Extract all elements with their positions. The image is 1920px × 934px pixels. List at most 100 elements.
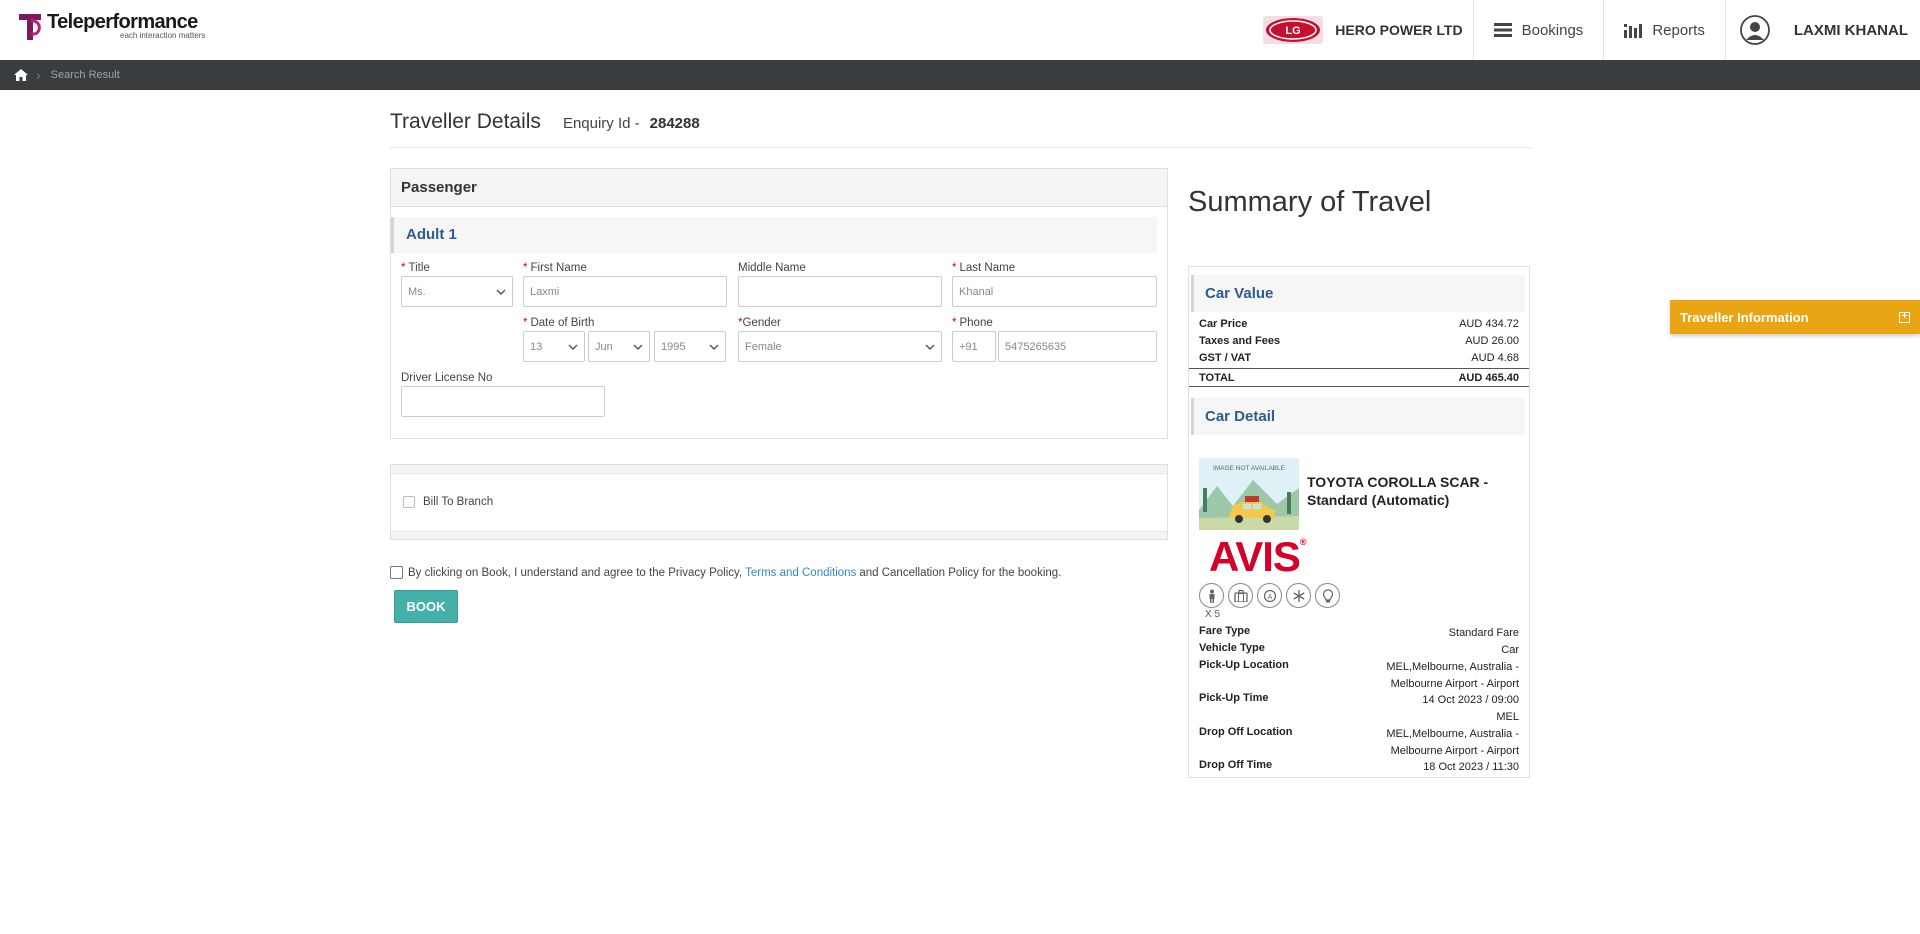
detail-row: Vehicle Type Car (1199, 642, 1519, 659)
bill-to-branch-label: Bill To Branch (423, 496, 494, 508)
detail-value: MEL,Melbourne, Australia - Melbourne Air… (1386, 728, 1519, 757)
price-row-label: Taxes and Fees (1199, 334, 1281, 347)
price-row-value: AUD 434.72 (1459, 317, 1519, 330)
traveller-information-tab[interactable]: Traveller Information + (1670, 300, 1920, 334)
title-value: Ms. (408, 285, 426, 298)
luggage-icon (1228, 583, 1253, 608)
dob-day-select[interactable]: 13 (523, 331, 585, 362)
enquiry-label: Enquiry Id - (562, 115, 640, 132)
page-title: Traveller Details (390, 110, 541, 133)
company-logo: LG (1263, 16, 1324, 44)
gender-label: *Gender (738, 317, 781, 329)
total-label: TOTAL (1199, 371, 1235, 384)
dob-year-value: 1995 (661, 340, 686, 353)
dob-day-value: 13 (530, 340, 543, 353)
brand-logo-icon (18, 12, 44, 42)
detail-label: Drop Off Time (1199, 759, 1273, 771)
svg-text:A: A (1267, 594, 1272, 601)
middle-name-label: Middle Name (738, 262, 806, 274)
chevron-down-icon (709, 344, 719, 350)
detail-row: Drop Off Location MEL,Melbourne, Australi… (1199, 726, 1519, 760)
passenger-panel: Passenger Adult 1 * Title * First Name Mid… (390, 168, 1168, 439)
total-row: TOTAL AUD 465.40 (1189, 368, 1529, 387)
agreement-text-after: and Cancellation Policy for the booking. (859, 566, 1062, 579)
chevron-down-icon (568, 344, 578, 350)
price-row: Car Price AUD 434.72 (1189, 315, 1529, 332)
agreement-text-before: By clicking on Book, I understand and ag… (408, 566, 743, 579)
car-name: TOYOTA COROLLA SCAR - Standard (Automati… (1307, 474, 1489, 508)
bill-to-branch-checkbox[interactable] (403, 496, 415, 508)
passenger-count: X 5 (1205, 609, 1221, 620)
expand-icon[interactable]: + (1899, 311, 1910, 323)
nav-reports[interactable]: Reports (1604, 0, 1726, 60)
terms-link[interactable]: Terms and Conditions (745, 567, 856, 579)
phone-label: * Phone (952, 317, 993, 329)
phone-number-input[interactable]: 5475265635 (998, 331, 1157, 362)
price-row: GST / VAT AUD 4.68 (1189, 349, 1529, 366)
detail-row: Fare Type Standard Fare (1199, 625, 1519, 642)
title-select[interactable]: Ms. (401, 276, 513, 307)
user-avatar-icon (1739, 15, 1770, 45)
company-name: HERO POWER LTD (1335, 22, 1463, 38)
car-value-heading: Car Value (1191, 275, 1525, 312)
passenger-icon (1199, 583, 1224, 608)
detail-label: Vehicle Type (1199, 642, 1265, 654)
summary-title: Summary of Travel (1188, 186, 1432, 218)
license-label: Driver License No (401, 372, 493, 384)
agreement-row: By clicking on Book, I understand and ag… (390, 566, 1061, 579)
detail-value: Car (1501, 644, 1519, 656)
brand-logo[interactable]: Teleperformance each interaction matters (18, 12, 205, 42)
vendor-logo: AVIS® (1209, 533, 1307, 580)
nav-reports-label: Reports (1652, 21, 1705, 39)
book-button[interactable]: BOOK (394, 590, 458, 623)
adult-1-heading: Adult 1 (391, 217, 1157, 253)
detail-value: 18 Oct 2023 / 11:30 (1423, 761, 1519, 773)
chevron-down-icon (633, 344, 643, 350)
summary-box: Car Value Car Price AUD 434.72 Taxes and … (1188, 266, 1530, 778)
detail-label: Pick-Up Time (1199, 692, 1269, 704)
top-header: Teleperformance each interaction matters… (0, 0, 1920, 60)
passenger-heading: Passenger (391, 169, 1167, 207)
middle-name-input[interactable] (738, 276, 942, 307)
price-row-label: Car Price (1199, 317, 1248, 330)
first-name-input[interactable]: Laxmi (523, 276, 727, 307)
bar-chart-icon (1624, 22, 1643, 38)
svg-text:IMAGE NOT AVAILABLE: IMAGE NOT AVAILABLE (1213, 465, 1286, 472)
home-icon[interactable] (14, 69, 28, 81)
air-conditioning-icon (1286, 583, 1311, 608)
dob-label: * Date of Birth (523, 317, 595, 329)
price-row-value: AUD 4.68 (1471, 351, 1519, 364)
brand-name: Teleperformance (47, 11, 198, 33)
detail-value: MEL,Melbourne, Australia - Melbourne Air… (1386, 661, 1519, 690)
price-row-label: GST / VAT (1199, 351, 1252, 364)
title-label: * Title (401, 262, 430, 274)
last-name-label: * Last Name (952, 262, 1016, 274)
company-selector[interactable]: LG HERO POWER LTD (1257, 0, 1474, 60)
user-name: LAXMI KHANAL (1793, 21, 1908, 39)
car-image-placeholder: IMAGE NOT AVAILABLE (1199, 458, 1299, 530)
detail-value: 14 Oct 2023 / 09:00 MEL (1422, 694, 1519, 723)
gender-select[interactable]: Female (738, 331, 942, 362)
agreement-checkbox[interactable] (390, 566, 403, 579)
first-name-label: * First Name (523, 262, 587, 274)
traveller-information-label: Traveller Information (1680, 309, 1809, 325)
page-title-row: Traveller Details Enquiry Id - 284288 (390, 110, 1531, 148)
price-row-value: AUD 26.00 (1465, 334, 1519, 347)
enquiry-id: 284288 (649, 115, 700, 132)
dob-year-select[interactable]: 1995 (654, 331, 726, 362)
user-menu[interactable]: LAXMI KHANAL (1726, 0, 1920, 60)
dob-month-select[interactable]: Jun (588, 331, 650, 362)
nav-bookings[interactable]: Bookings (1474, 0, 1605, 60)
chevron-down-icon (925, 344, 935, 350)
detail-label: Fare Type (1199, 625, 1251, 637)
last-name-input[interactable]: Khanal (952, 276, 1157, 307)
phone-country-code[interactable]: +91 (952, 331, 996, 362)
license-input[interactable] (401, 386, 605, 417)
detail-label: Drop Off Location (1199, 726, 1293, 738)
breadcrumb: › Search Result (0, 60, 1920, 90)
breadcrumb-current: Search Result (50, 69, 120, 81)
transmission-icon: A (1257, 583, 1282, 608)
gender-value: Female (745, 340, 782, 353)
fuel-icon (1315, 583, 1340, 608)
detail-value: Standard Fare (1448, 627, 1519, 639)
